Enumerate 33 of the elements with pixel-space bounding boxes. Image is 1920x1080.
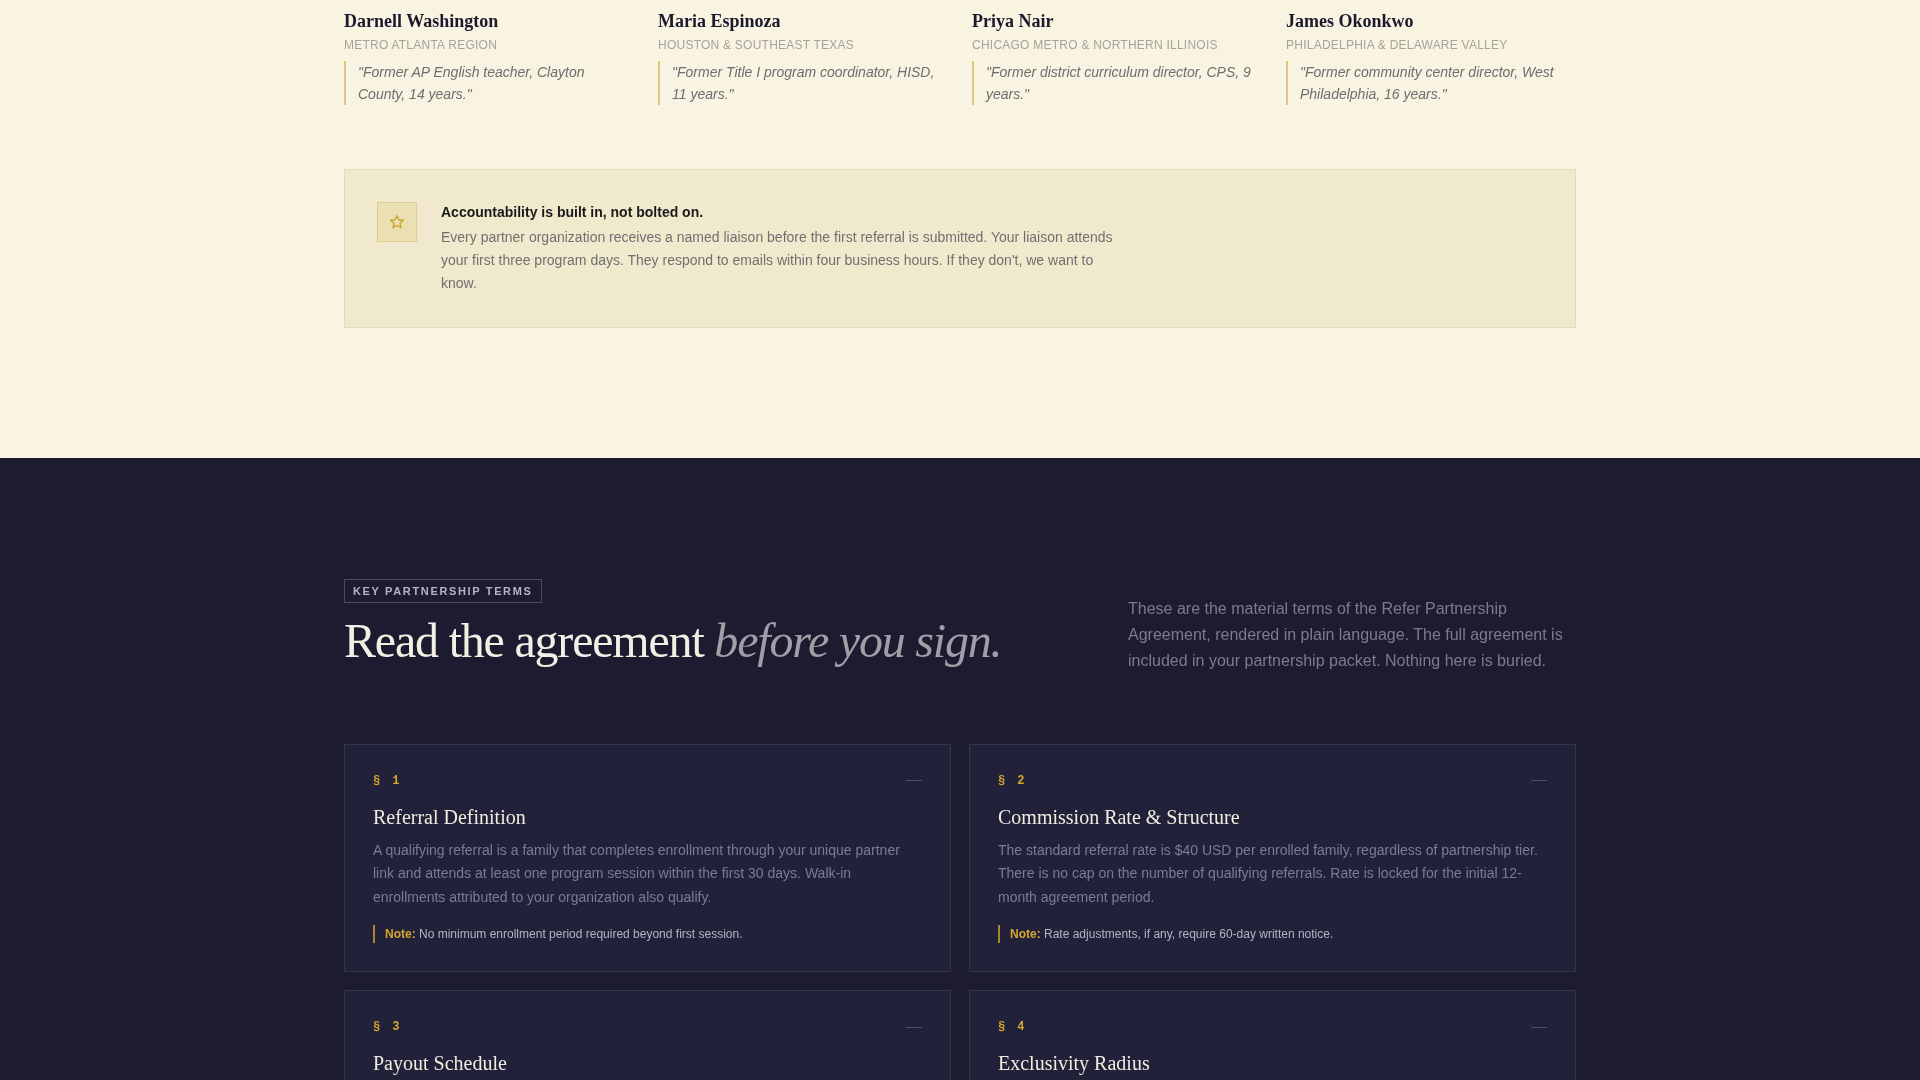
minus-icon [906, 1026, 922, 1028]
section-intro: These are the material terms of the Refer Partnership Agreement, rendered in plain language. The full agreement is included in your partnership packet. Nothing here is buried. [1128, 598, 1564, 671]
minus-icon [1531, 1026, 1547, 1028]
advisor-name: Maria Espinoza [658, 10, 782, 33]
advisor-quote: "Former AP English teacher, Clayton County, 14 years." [344, 61, 634, 105]
callout-title: Accountability is built in, not bolted on. [441, 203, 705, 222]
advisor-region: CHICAGO METRO & NORTHERN ILLINOIS [972, 37, 1219, 53]
term-title: Payout Schedule [373, 1051, 508, 1077]
advisor-name: Priya Nair [972, 10, 1055, 33]
advisor-quote: "Former community center director, West Philadelphia, 16 years." [1286, 61, 1576, 105]
advisor-quote: "Former Title I program coordinator, HISD, 11 years." [658, 61, 948, 105]
advisor-name: James Okonkwo [1286, 10, 1415, 33]
section-number: § 1 [373, 772, 402, 789]
advisor-region: METRO ATLANTA REGION [344, 37, 499, 53]
section-number: § 2 [998, 772, 1027, 789]
term-text: The standard referral rate is $40 USD per enrolled family, regardless of partnership tier. There is no cap on the number of qualifying referrals. Rate is locked for the initial 12-month agreement period. [998, 840, 1539, 907]
term-note: Note: Rate adjustments, if any, require 60-day written notice. [998, 925, 1547, 944]
minus-icon [906, 780, 922, 782]
minus-icon [1531, 780, 1547, 782]
callout-text: Every partner organization receives a named liaison before the first referral is submitted. Your liaison attends your first three program days. They respond to emails within four business hours. If they don't, we want to know. [441, 228, 1114, 293]
term-title: Commission Rate & Structure [998, 804, 1241, 830]
advisor-quote: "Former district curriculum director, CPS, 9 years." [972, 61, 1262, 105]
section-heading: Read the agreement before you sign. [344, 615, 1003, 668]
section-label: KEY PARTNERSHIP TERMS [344, 579, 542, 603]
advisor-name: Darnell Washington [344, 10, 500, 33]
term-note: Note: No minimum enrollment period required beyond first session. [373, 925, 922, 944]
term-text: A qualifying referral is a family that completes enrollment through your unique partner link and attends at least one program session within the first 30 days. Walk-in enrollments attributed to your organization also qualify. [373, 840, 901, 907]
advisor-region: PHILADELPHIA & DELAWARE VALLEY [1286, 37, 1509, 53]
advisor-region: HOUSTON & SOUTHEAST TEXAS [658, 37, 856, 53]
section-number: § 3 [373, 1019, 402, 1036]
term-title: Exclusivity Radius [998, 1051, 1151, 1077]
section-number: § 4 [998, 1019, 1027, 1036]
term-title: Referral Definition [373, 804, 527, 830]
